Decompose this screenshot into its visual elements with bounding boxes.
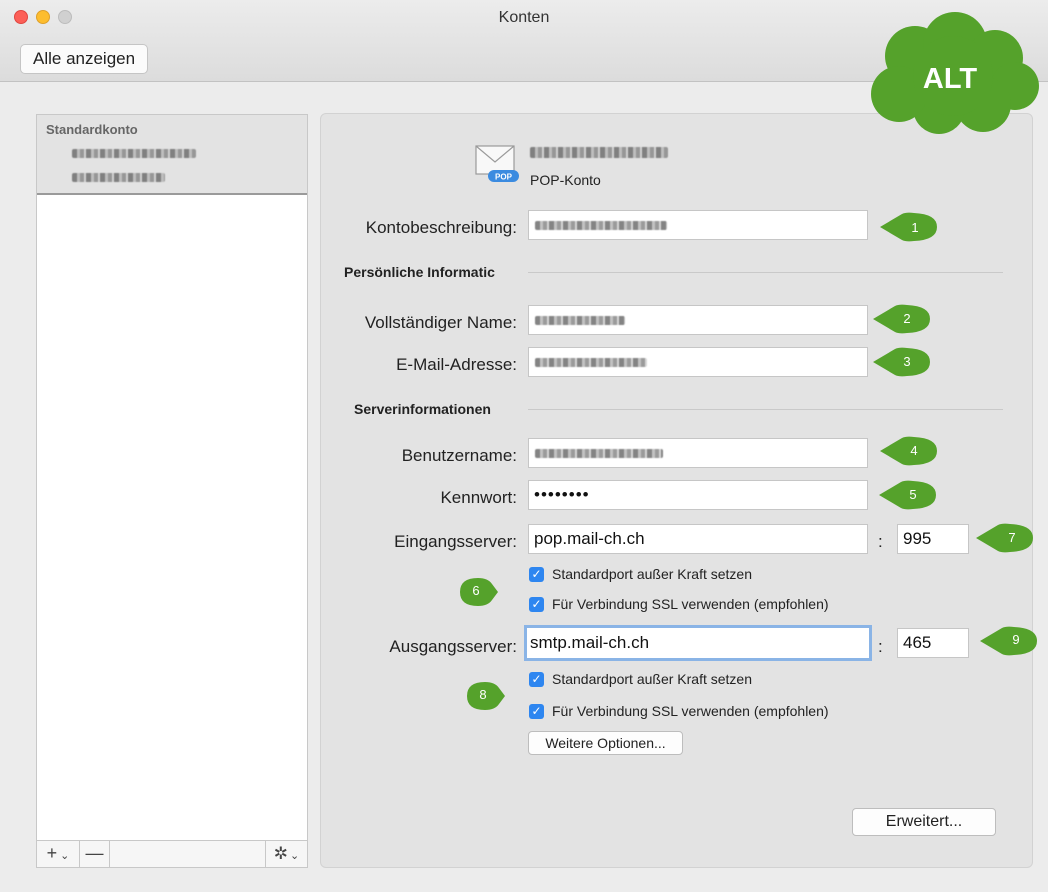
checkmark-icon: ✓: [529, 672, 544, 687]
preferences-window: Konten Alle anzeigen Standardkonto + ⌄ — …: [0, 0, 1048, 892]
gear-icon: ✲: [273, 844, 289, 863]
more-options-button[interactable]: Weitere Optionen...: [528, 731, 683, 755]
redacted-value: [535, 316, 625, 325]
show-all-button[interactable]: Alle anzeigen: [20, 44, 149, 74]
redacted-value: [535, 221, 667, 230]
full-name-label: Vollständiger Name:: [364, 313, 517, 332]
account-action-menu-button[interactable]: ✲ ⌄: [265, 841, 307, 867]
outgoing-server-label: Ausgangsserver:: [389, 637, 517, 656]
server-info-section-title: Serverinformationen: [354, 401, 491, 417]
alt-badge-label: ALT: [922, 63, 978, 95]
checkmark-icon: ✓: [529, 567, 544, 582]
port-separator: :: [878, 637, 883, 656]
callout-number: 3: [903, 354, 911, 369]
callout-number: 4: [910, 443, 918, 458]
account-group-label: Standardkonto: [46, 122, 138, 137]
outgoing-override-port-label: Standardport außer Kraft setzen: [552, 671, 752, 687]
personal-info-section-title: Persönliche Informatic: [344, 264, 495, 280]
minus-icon: —: [85, 843, 104, 863]
password-label: Kennwort:: [440, 488, 517, 507]
advanced-button[interactable]: Erweitert...: [852, 808, 996, 836]
plus-icon: +: [46, 843, 58, 863]
incoming-ssl-label: Für Verbindung SSL verwenden (empfohlen): [552, 596, 829, 612]
envelope-pop-icon: POP: [475, 145, 519, 182]
redacted-account-name: [72, 149, 196, 158]
account-list-footer: + ⌄ — ✲ ⌄: [37, 840, 307, 867]
callout-number: 9: [1012, 632, 1020, 647]
incoming-override-port-label: Standardport außer Kraft setzen: [552, 566, 752, 582]
callout-number: 2: [903, 311, 911, 326]
chevron-down-icon: ⌄: [290, 850, 300, 862]
callout-number: 5: [909, 487, 917, 502]
description-field[interactable]: [528, 210, 868, 240]
email-field[interactable]: [528, 347, 868, 377]
password-field[interactable]: ••••••••: [528, 480, 868, 510]
full-name-field[interactable]: [528, 305, 868, 335]
checkmark-icon: ✓: [529, 597, 544, 612]
add-account-button[interactable]: + ⌄: [37, 841, 80, 867]
callout-number: 8: [479, 687, 487, 702]
outgoing-ssl-label: Für Verbindung SSL verwenden (empfohlen): [552, 703, 829, 719]
account-type-label: POP-Konto: [530, 172, 601, 188]
section-divider: [528, 409, 1003, 410]
incoming-server-field[interactable]: pop.mail-ch.ch: [528, 524, 868, 554]
username-label: Benutzername:: [401, 446, 517, 465]
remove-account-button[interactable]: —: [80, 841, 110, 867]
callout-number: 7: [1008, 530, 1016, 545]
callout-number: 6: [472, 583, 480, 598]
outgoing-server-field[interactable]: smtp.mail-ch.ch: [524, 625, 872, 661]
incoming-server-label: Eingangsserver:: [394, 532, 517, 551]
redacted-account-title: [530, 147, 668, 158]
section-divider: [528, 272, 1003, 273]
redacted-value: [535, 449, 663, 458]
description-label: Kontobeschreibung:: [365, 218, 517, 237]
checkmark-icon: ✓: [529, 704, 544, 719]
callout-number: 1: [911, 220, 919, 235]
chevron-down-icon: ⌄: [60, 850, 70, 862]
outgoing-port-field[interactable]: 465: [897, 628, 969, 658]
email-label: E-Mail-Adresse:: [396, 355, 517, 374]
username-field[interactable]: [528, 438, 868, 468]
port-separator: :: [878, 532, 883, 551]
redacted-value: [535, 358, 647, 367]
redacted-account-detail: [72, 173, 165, 182]
incoming-port-field[interactable]: 995: [897, 524, 969, 554]
svg-text:POP: POP: [495, 173, 513, 182]
account-list-item-selected[interactable]: Standardkonto: [37, 115, 307, 195]
